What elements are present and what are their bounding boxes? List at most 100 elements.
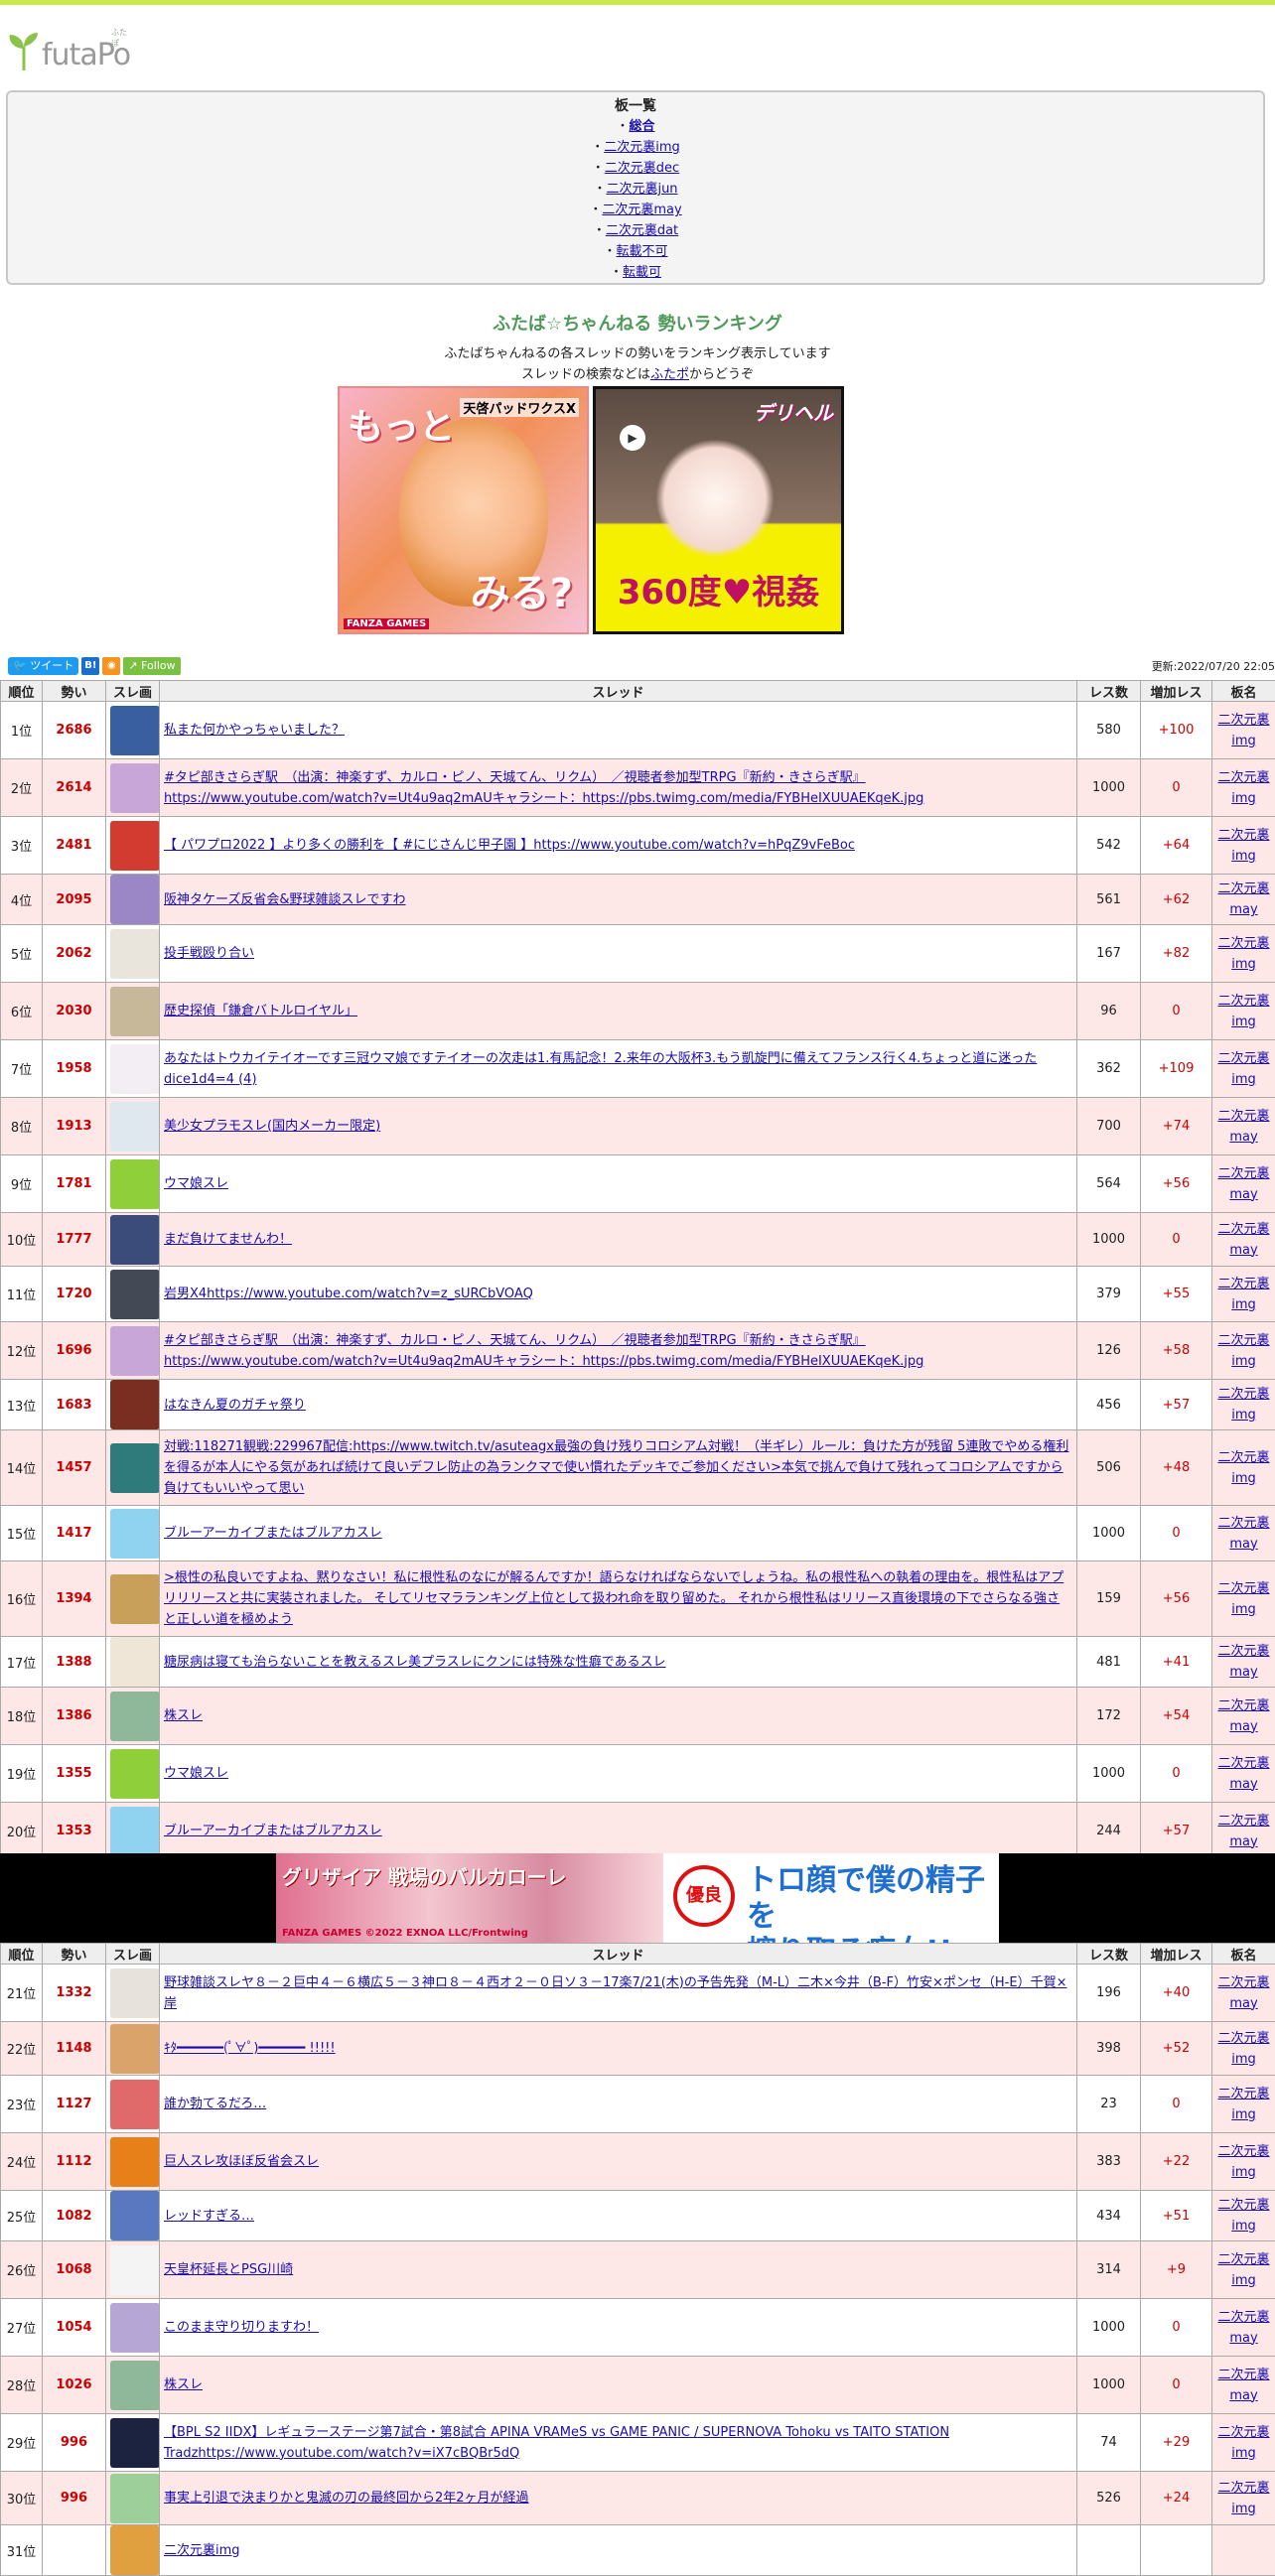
site-logo[interactable]: futaPo ふたぽ <box>6 23 130 70</box>
thread-link[interactable]: 野球雑談スレヤ８－２巨中４－６横広５－３神ロ８－４西オ２－０日ソ３－17楽7/2… <box>164 1975 1066 2011</box>
hatena-bookmark-button[interactable]: B! <box>81 657 99 675</box>
thread-thumbnail[interactable] <box>110 2474 160 2523</box>
thread-link[interactable]: #タピ部きさらぎ駅 （出演：神楽すず、カルロ・ピノ、天城てん、リクム） ／視聴者… <box>164 1333 923 1369</box>
board-name-link[interactable]: 二次元裏img <box>1217 2087 1269 2122</box>
thread-link[interactable]: 株スレ <box>164 1708 203 1723</box>
thread-link[interactable]: このまま守り切りますわ！ <box>164 2320 319 2335</box>
board-name-link[interactable]: 二次元裏may <box>1217 1109 1269 1145</box>
thread-thumbnail[interactable] <box>110 987 160 1036</box>
board-link[interactable]: 転載可 <box>623 265 661 280</box>
thread-link[interactable]: 巨人スレ攻ほぼ反省会スレ <box>164 2154 319 2169</box>
thread-thumbnail[interactable] <box>110 2137 160 2187</box>
thread-link[interactable]: 糖尿病は寝ても治らないことを教えるスレ美プラスレにクンには特殊な性癖であるスレ <box>164 1655 666 1670</box>
board-name-link[interactable]: 二次元裏may <box>1217 2310 1269 2346</box>
board-link[interactable]: 二次元裏jun <box>606 182 677 197</box>
thread-thumbnail[interactable] <box>110 1509 160 1559</box>
thread-link[interactable]: まだ負けてませんわ！ <box>164 1232 292 1247</box>
board-name-link[interactable]: 二次元裏img <box>1217 1581 1269 1617</box>
board-name-link[interactable]: 二次元裏img <box>1217 828 1269 864</box>
board-link[interactable]: 二次元裏img <box>604 140 680 155</box>
mid-ad-banner[interactable]: グリザイア 戦場のバルカローレ FANZA GAMES ©2022 EXNOA … <box>276 1853 999 1943</box>
thread-thumbnail[interactable] <box>110 1215 160 1265</box>
thread-thumbnail[interactable] <box>110 2080 160 2129</box>
thread-thumbnail[interactable] <box>110 1270 160 1319</box>
board-name-link[interactable]: 二次元裏img <box>1217 2252 1269 2288</box>
board-name-link[interactable]: 二次元裏may <box>1217 1644 1269 1680</box>
thread-link[interactable]: ウマ娘スレ <box>164 1176 228 1191</box>
board-name-link[interactable]: 二次元裏img <box>1217 2198 1269 2234</box>
thread-link[interactable]: レッドすぎる… <box>164 2209 254 2224</box>
thread-thumbnail[interactable] <box>110 929 160 979</box>
thread-thumbnail[interactable] <box>110 1968 160 2018</box>
thread-link[interactable]: 【 パワプロ2022 】より多くの勝利を【 #にじさんじ甲子園 】https:/… <box>164 838 855 853</box>
thread-link[interactable]: 対戦:118271観戦:229967配信:https://www.twitch.… <box>164 1439 1068 1496</box>
thread-link[interactable]: 誰か勃てるだろ… <box>164 2097 266 2111</box>
thread-thumbnail[interactable] <box>110 1159 160 1209</box>
thread-thumbnail[interactable] <box>110 2418 160 2468</box>
thread-link[interactable]: ブルーアーカイブまたはブルアカスレ <box>164 1824 382 1838</box>
board-name-link[interactable]: 二次元裏img <box>1217 2031 1269 2067</box>
thread-link[interactable]: #タピ部きさらぎ駅 （出演：神楽すず、カルロ・ピノ、天城てん、リクム） ／視聴者… <box>164 770 923 806</box>
rss-icon[interactable]: ◉ <box>102 657 120 675</box>
board-name-link[interactable]: 二次元裏img <box>1217 1387 1269 1423</box>
thread-thumbnail[interactable] <box>110 1807 160 1856</box>
thread-link[interactable]: 二次元裏img <box>164 2543 240 2558</box>
board-name-link[interactable]: 二次元裏img <box>1217 1277 1269 1312</box>
thread-link[interactable]: はなきん夏のガチャ祭り <box>164 1398 306 1413</box>
board-name-link[interactable]: 二次元裏may <box>1217 1756 1269 1792</box>
board-name-link[interactable]: 二次元裏may <box>1217 1975 1269 2011</box>
thread-link[interactable]: 美少女プラモスレ(国内メーカー限定) <box>164 1119 380 1134</box>
thread-link[interactable]: 天皇杯延長とPSG川崎 <box>164 2262 293 2277</box>
thread-link[interactable]: 私また何かやっちゃいました？ <box>164 723 345 738</box>
thread-thumbnail[interactable] <box>110 821 160 871</box>
board-name-link[interactable]: 二次元裏img <box>1217 770 1269 806</box>
thread-thumbnail[interactable] <box>110 2245 160 2295</box>
board-name-link[interactable]: 二次元裏img <box>1217 713 1269 748</box>
thread-link[interactable]: 歴史探偵「鎌倉バトルロイヤル」 <box>164 1004 357 1018</box>
board-link[interactable]: 総合 <box>630 119 655 134</box>
thread-thumbnail[interactable] <box>110 1749 160 1799</box>
thread-link[interactable]: ブルーアーカイブまたはブルアカスレ <box>164 1526 382 1541</box>
thread-thumbnail[interactable] <box>110 1380 160 1429</box>
board-name-link[interactable]: 二次元裏may <box>1217 1698 1269 1734</box>
board-name-link[interactable]: 二次元裏may <box>1217 1516 1269 1552</box>
thread-thumbnail[interactable] <box>110 1574 160 1624</box>
feedly-follow-button[interactable]: ↗ Follow <box>123 657 180 675</box>
thread-link[interactable]: ｷﾀ━━━━━━(ﾟ∀ﾟ)━━━━━━ !!!!! <box>164 2041 336 2056</box>
tweet-button[interactable]: 🐦 ツイート <box>8 657 78 675</box>
thread-link[interactable]: 投手戦殴り合い <box>164 946 254 961</box>
thread-link[interactable]: ウマ娘スレ <box>164 1766 228 1781</box>
board-name-link[interactable]: 二次元裏img <box>1217 2425 1269 2461</box>
thread-thumbnail[interactable] <box>110 2303 160 2353</box>
board-name-link[interactable]: 二次元裏img <box>1217 994 1269 1029</box>
thread-thumbnail[interactable] <box>110 1326 160 1376</box>
thread-link[interactable]: 阪神タケーズ反省会&野球雑談スレですわ <box>164 892 406 907</box>
board-name-link[interactable]: 二次元裏img <box>1217 1450 1269 1486</box>
board-name-link[interactable]: 二次元裏may <box>1217 1814 1269 1849</box>
thread-thumbnail[interactable] <box>110 2191 160 2240</box>
ad-banner-left[interactable]: もっと みる? 天啓パッドワクスX FANZA GAMES <box>338 386 589 634</box>
thread-link[interactable]: 株スレ <box>164 2377 203 2392</box>
thread-thumbnail[interactable] <box>110 1637 160 1687</box>
board-name-link[interactable]: 二次元裏img <box>1217 2481 1269 2516</box>
thread-thumbnail[interactable] <box>110 875 160 924</box>
futapo-link[interactable]: ふたポ <box>650 367 689 382</box>
thread-link[interactable]: >根性の私良いですよね、黙りなさい！私に根性私のなにが解るんですか！語らなければ… <box>164 1570 1063 1627</box>
thread-thumbnail[interactable] <box>110 2361 160 2410</box>
thread-link[interactable]: あなたはトウカイテイオーです三冠ウマ娘ですテイオーの次走は1.有馬記念！2.来年… <box>164 1051 1037 1087</box>
thread-link[interactable]: 【BPL S2 IIDX】レギュラーステージ第7試合・第8試合 APINA VR… <box>164 2425 949 2461</box>
board-link[interactable]: 二次元裏dec <box>605 161 679 176</box>
board-name-link[interactable]: 二次元裏may <box>1217 1222 1269 1258</box>
thread-thumbnail[interactable] <box>110 1443 160 1493</box>
board-name-link[interactable]: 二次元裏img <box>1217 2144 1269 2180</box>
thread-thumbnail[interactable] <box>110 2024 160 2074</box>
board-name-link[interactable]: 二次元裏img <box>1217 936 1269 972</box>
thread-thumbnail[interactable] <box>110 763 160 813</box>
board-name-link[interactable]: 二次元裏may <box>1217 881 1269 917</box>
thread-thumbnail[interactable] <box>110 1044 160 1094</box>
thread-thumbnail[interactable] <box>110 2525 160 2575</box>
board-name-link[interactable]: 二次元裏may <box>1217 1166 1269 1202</box>
board-link[interactable]: 転載不可 <box>617 244 668 259</box>
thread-thumbnail[interactable] <box>110 706 160 755</box>
board-name-link[interactable]: 二次元裏may <box>1217 2368 1269 2403</box>
